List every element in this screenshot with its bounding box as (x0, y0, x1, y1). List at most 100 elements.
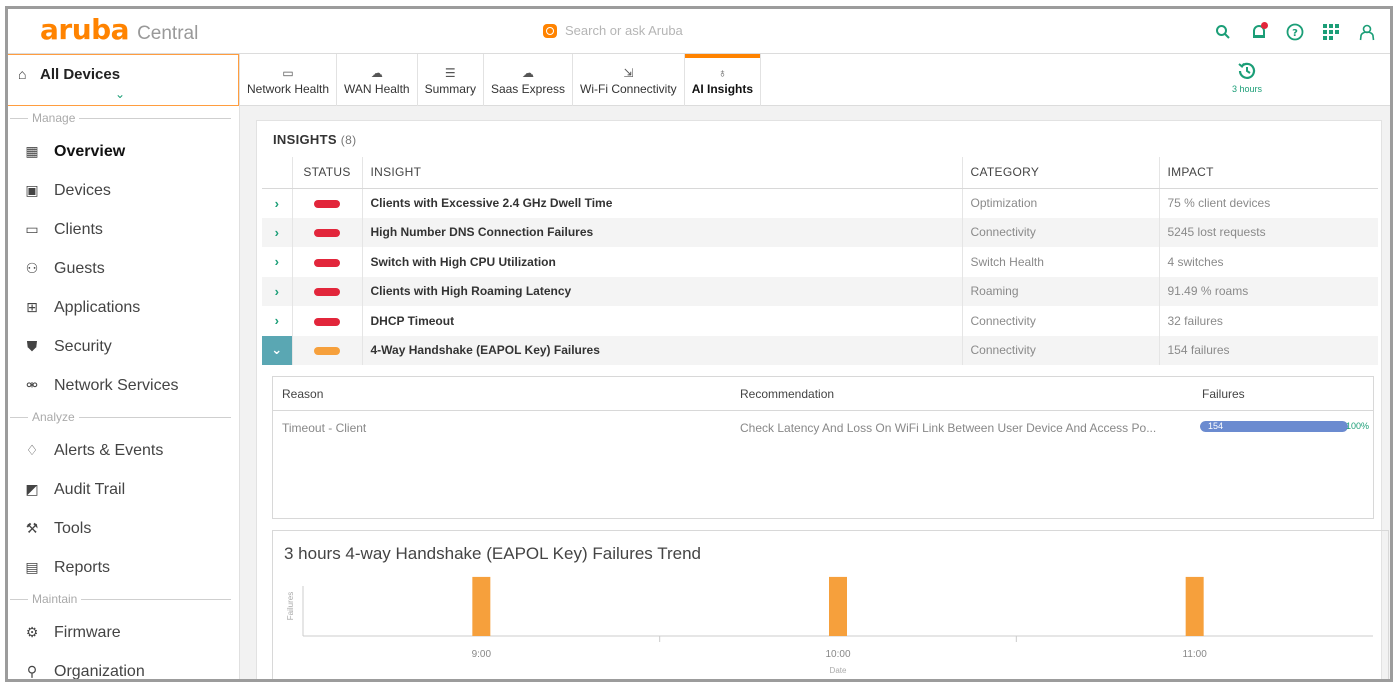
tab-wan-health[interactable]: ☁ WAN Health (337, 54, 418, 106)
status-pill (314, 229, 340, 238)
table-row[interactable]: ⌄ 4-Way Handshake (EAPOL Key) Failures Con… (262, 335, 1378, 365)
section-manage: Manage (8, 106, 239, 132)
insight-cell: DHCP Timeout (362, 306, 963, 336)
chart-bar[interactable] (829, 576, 847, 636)
recommendation-column-header: Recommendation (740, 387, 835, 401)
table-row[interactable]: › Switch with High CPU Utilization Switch … (262, 247, 1378, 277)
insight-column-header[interactable]: INSIGHT (362, 157, 963, 189)
sidebar-item-clients[interactable]: ▭ Clients (8, 210, 239, 249)
reason-column-header: Reason (282, 387, 324, 401)
category-cell: Connectivity (962, 306, 1160, 336)
status-cell (292, 247, 363, 277)
sidebar-item-security[interactable]: ⛊ Security (8, 327, 239, 366)
failures-count: 154 (1208, 421, 1224, 431)
recommendation-value: Check Latency And Loss On WiFi Link Betw… (740, 421, 1157, 435)
sidebar-item-reports[interactable]: ▤ Reports (8, 548, 239, 587)
section-analyze: Analyze (8, 405, 239, 431)
connect-icon: ⇲ (623, 66, 634, 80)
applications-icon: ⊞ (26, 299, 38, 315)
insights-panel: INSIGHTS (8) STATUS INSIGHT CATEGORY IMPA… (256, 120, 1389, 679)
insights-title: INSIGHTS (8) (273, 132, 357, 147)
impact-column-header[interactable]: IMPACT (1159, 157, 1378, 189)
chevron-right-icon[interactable]: › (262, 188, 293, 218)
svg-text:?: ? (1292, 28, 1298, 39)
expand-column-header (262, 157, 293, 189)
insights-table: STATUS INSIGHT CATEGORY IMPACT › Clients … (262, 157, 1378, 365)
impact-cell: 91.49 % roams (1159, 276, 1378, 306)
category-cell: Optimization (962, 188, 1160, 218)
brand-logo[interactable]: aruba Central (40, 15, 198, 45)
trend-chart-svg: Failures 9:00 10:00 11:00 Date (286, 576, 1373, 675)
scope-selector[interactable]: ⌂ All Devices ⌄ (8, 54, 239, 106)
insight-detail: Reason Recommendation Failures Timeout -… (272, 376, 1374, 519)
table-row[interactable]: › Clients with Excessive 2.4 GHz Dwell Ti… (262, 188, 1378, 218)
impact-cell: 4 switches (1167, 254, 1224, 269)
reports-icon: ▤ (25, 559, 39, 575)
search-icon[interactable] (1212, 21, 1234, 43)
history-icon (1238, 62, 1256, 79)
impact-cell: 32 failures (1167, 313, 1223, 328)
table-row[interactable]: › High Number DNS Connection Failures Conn… (262, 217, 1378, 247)
network-services-icon: ⚮ (26, 377, 38, 393)
bell-icon: ♢ (25, 442, 39, 458)
shield-icon: ⛊ (26, 338, 38, 354)
tab-saas-express[interactable]: ☁ Saas Express (484, 54, 573, 106)
sidebar-item-guests[interactable]: ⚇ Guests (8, 249, 239, 288)
home-icon: ⌂ (18, 66, 27, 82)
category-cell: Connectivity (962, 335, 1160, 365)
failures-percent: 100% (1345, 421, 1369, 431)
sidebar-item-tools[interactable]: ⚒ Tools (8, 509, 239, 548)
sidebar-item-alerts-events[interactable]: ♢ Alerts & Events (8, 431, 239, 470)
time-range-selector[interactable]: 3 hours (1232, 60, 1262, 94)
brand-name: aruba (40, 13, 130, 46)
chart-bar[interactable] (472, 576, 491, 636)
x-tick-label: 9:00 (472, 649, 492, 660)
top-bar: aruba Central ? (8, 9, 1390, 54)
chevron-down-icon: ⌄ (115, 87, 126, 101)
search-input[interactable] (565, 23, 865, 38)
sidebar-item-applications[interactable]: ⊞ Applications (8, 288, 239, 327)
status-pill (314, 258, 340, 267)
reason-value: Timeout - Client (282, 421, 367, 435)
table-row[interactable]: › DHCP Timeout Connectivity 32 failures (262, 306, 1378, 336)
status-pill (314, 347, 340, 356)
sidebar-item-firmware[interactable]: ⚙ Firmware (8, 613, 239, 652)
tab-wifi-connectivity[interactable]: ⇲ Wi-Fi Connectivity (573, 54, 685, 106)
sidebar-item-devices[interactable]: ▣ Devices (8, 171, 239, 210)
category-column-header[interactable]: CATEGORY (962, 157, 1160, 189)
chevron-right-icon[interactable]: › (262, 276, 293, 306)
chart-bar[interactable] (1185, 576, 1204, 636)
table-row[interactable]: › Clients with High Roaming Latency Roamin… (262, 276, 1378, 306)
sidebar-item-network-services[interactable]: ⚮ Network Services (8, 366, 239, 405)
detail-row[interactable]: Timeout - Client Check Latency And Loss … (273, 411, 1373, 441)
lightbulb-icon: ♁ (717, 66, 727, 80)
tab-network-health[interactable]: ▭ Network Health (240, 54, 338, 106)
sidebar-item-overview[interactable]: ▦ Overview (8, 132, 239, 171)
audit-icon: ◩ (25, 481, 39, 497)
app-window: aruba Central ? (5, 6, 1393, 682)
apps-grid-icon[interactable] (1320, 21, 1342, 43)
tab-summary[interactable]: ☰ Summary (418, 54, 484, 106)
detail-header: Reason Recommendation Failures (273, 377, 1373, 411)
help-icon[interactable]: ? (1284, 21, 1306, 43)
chevron-down-icon[interactable]: ⌄ (262, 335, 293, 365)
list-icon: ☰ (444, 66, 456, 80)
notification-badge (1261, 22, 1268, 29)
status-pill (314, 288, 340, 297)
tab-ai-insights[interactable]: ♁ AI Insights (684, 54, 762, 106)
chevron-right-icon[interactable]: › (262, 247, 293, 277)
status-cell (292, 335, 363, 365)
sidebar-item-organization[interactable]: ⚲ Organization (8, 652, 239, 680)
user-icon[interactable] (1356, 21, 1378, 43)
firmware-icon: ⚙ (25, 624, 39, 640)
overview-icon: ▦ (25, 143, 39, 159)
cloud-icon: ☁ (370, 66, 383, 80)
section-maintain: Maintain (8, 587, 239, 613)
sidebar-item-audit-trail[interactable]: ◩ Audit Trail (8, 470, 239, 509)
clients-icon: ▭ (25, 221, 39, 237)
chevron-right-icon[interactable]: › (262, 306, 293, 336)
notification-icon[interactable] (1248, 21, 1270, 43)
status-column-header[interactable]: STATUS (292, 157, 363, 189)
status-pill (314, 199, 340, 208)
chevron-right-icon[interactable]: › (262, 217, 293, 247)
